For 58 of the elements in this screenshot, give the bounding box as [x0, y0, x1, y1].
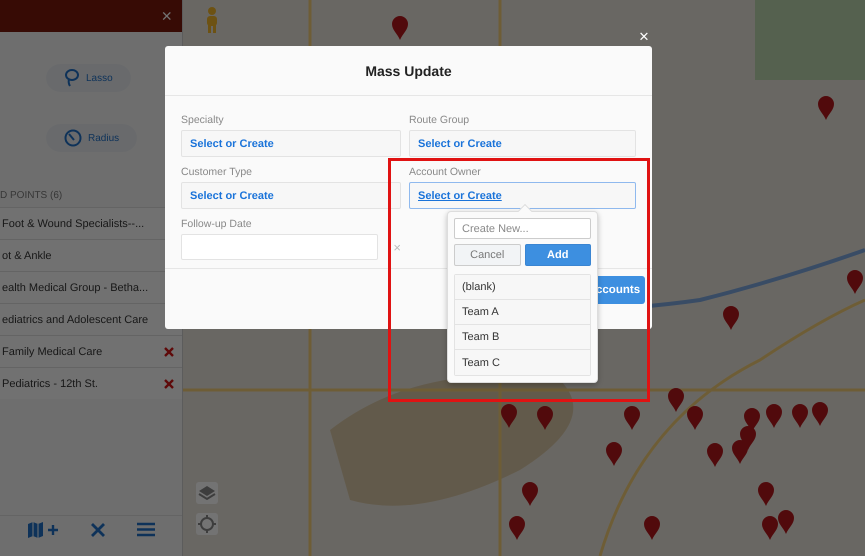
map-pin-icon[interactable]	[606, 442, 622, 466]
map-pin-icon[interactable]	[723, 306, 739, 330]
section-title: D POINTS (6)	[0, 190, 64, 201]
option-item[interactable]: (blank)	[455, 275, 590, 300]
map-pin-icon[interactable]	[792, 404, 808, 428]
add-button[interactable]: Add	[524, 244, 591, 266]
field-label: Specialty	[181, 114, 225, 126]
layers-icon[interactable]	[196, 482, 218, 504]
field-label: Follow-up Date	[181, 218, 253, 230]
map-pin-icon[interactable]	[687, 406, 703, 430]
menu-icon[interactable]	[136, 522, 155, 537]
map-pin-icon[interactable]	[392, 16, 408, 40]
clear-icon[interactable]	[90, 522, 106, 538]
point-name: Family Medical Care	[1, 346, 104, 358]
dialog-title: Mass Update	[365, 62, 452, 78]
select-field[interactable]: Select or Create	[181, 182, 401, 209]
clear-button[interactable]: ×	[393, 240, 401, 254]
map-pin-icon[interactable]	[668, 388, 684, 412]
map-pin-icon[interactable]	[644, 516, 660, 540]
date-field[interactable]	[181, 234, 378, 260]
radius-icon	[64, 129, 82, 147]
point-name: ealth Medical Group - Betha...	[1, 282, 150, 294]
close-button[interactable]: ×	[161, 7, 172, 25]
map-pin-icon[interactable]	[740, 426, 756, 450]
field-label: Customer Type	[181, 166, 254, 178]
select-field[interactable]: Select or Create	[409, 182, 636, 209]
map-pin-icon[interactable]	[537, 406, 553, 430]
point-name: Pediatrics - 12th St.	[1, 378, 99, 390]
map-pin-icon[interactable]	[778, 510, 794, 534]
field-label: Route Group	[409, 114, 470, 126]
cancel-button[interactable]: Cancel	[454, 244, 520, 266]
select-field[interactable]: Select or Create	[181, 130, 401, 157]
point-name: ediatrics and Adolescent Care	[1, 314, 150, 326]
lasso-button[interactable]: Lasso	[46, 64, 131, 92]
map-pin-icon[interactable]	[766, 404, 782, 428]
map-pin-icon[interactable]	[707, 443, 723, 467]
map-pin-icon[interactable]	[624, 406, 640, 430]
create-new-field[interactable]: Create New...	[454, 218, 591, 239]
map-pin-icon[interactable]	[758, 482, 774, 506]
map-pin-icon[interactable]	[812, 402, 828, 426]
map-pin-icon[interactable]	[509, 516, 525, 540]
close-button[interactable]: ×	[639, 28, 649, 45]
map-pin-icon[interactable]	[501, 404, 517, 428]
remove-icon[interactable]	[164, 346, 174, 356]
remove-icon[interactable]	[164, 378, 174, 388]
point-name: Foot & Wound Specialists--...	[1, 218, 146, 230]
map-pin-icon[interactable]	[847, 270, 863, 294]
locate-icon[interactable]	[196, 513, 218, 535]
map-pin-icon[interactable]	[818, 96, 834, 120]
field-label: Account Owner	[409, 166, 482, 178]
map-add-icon[interactable]	[27, 522, 60, 538]
point-name: ot & Ankle	[1, 250, 53, 262]
map-pin-icon[interactable]	[522, 482, 538, 506]
radius-button[interactable]: Radius	[46, 124, 138, 152]
lasso-icon	[64, 69, 80, 87]
map-pin-icon[interactable]	[732, 440, 748, 464]
map-pin-icon[interactable]	[762, 516, 778, 540]
select-field[interactable]: Select or Create	[409, 130, 636, 157]
